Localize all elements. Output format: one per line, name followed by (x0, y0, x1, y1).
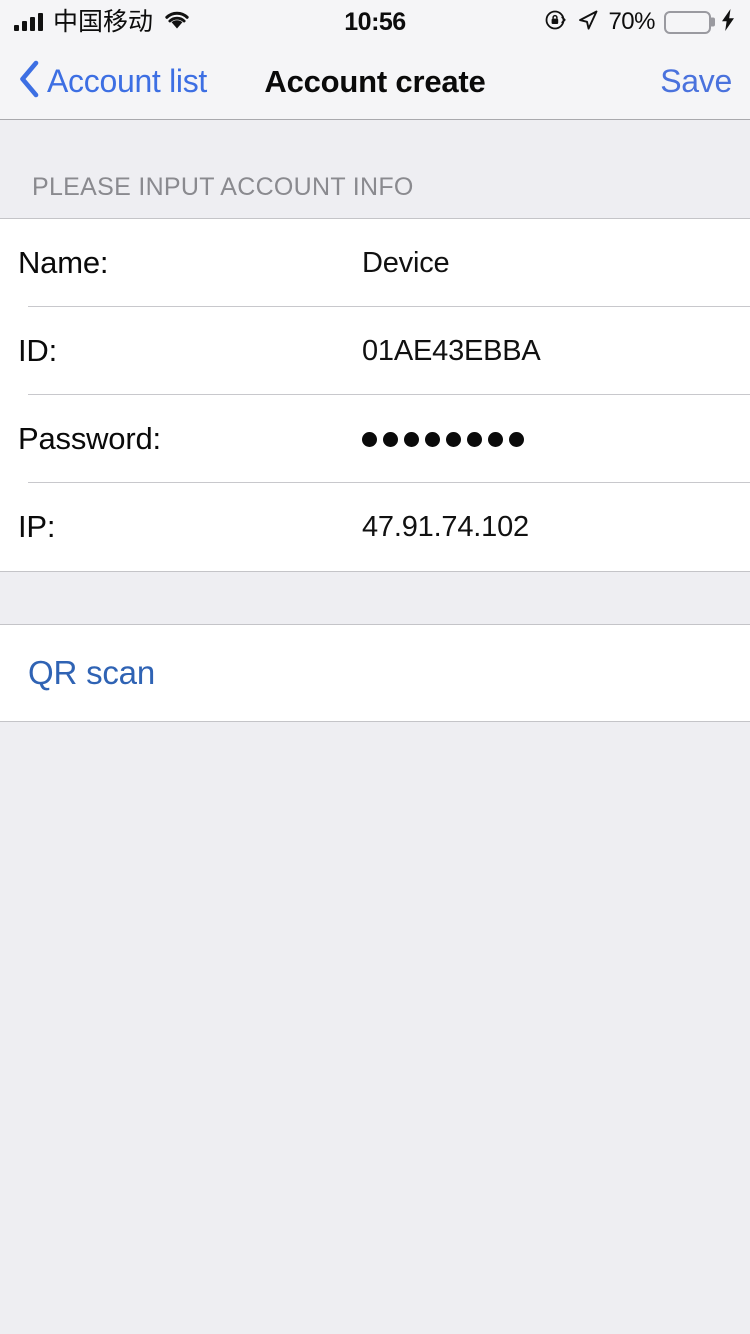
chevron-left-icon (18, 60, 40, 103)
location-arrow-icon (577, 9, 599, 36)
lightning-bolt-icon (720, 8, 736, 37)
navigation-bar: Account list Account create Save (0, 44, 750, 120)
table-row[interactable]: ID: 01AE43EBBA (0, 307, 750, 395)
actions-table: QR scan (0, 624, 750, 722)
table-row[interactable]: Password: (0, 395, 750, 483)
table-row[interactable]: Name: Device (0, 219, 750, 307)
ip-field[interactable]: 47.91.74.102 (362, 511, 529, 544)
battery-icon (664, 10, 715, 34)
section-header-label: PLEASE INPUT ACCOUNT INFO (32, 173, 414, 201)
name-label: Name: (18, 245, 109, 280)
ip-label: IP: (18, 509, 56, 544)
back-button[interactable]: Account list (18, 60, 207, 103)
status-bar: 中国移动 10:56 70% (0, 0, 750, 44)
section-header: PLEASE INPUT ACCOUNT INFO (0, 120, 750, 218)
id-field[interactable]: 01AE43EBBA (362, 335, 541, 368)
empty-area (0, 722, 750, 1322)
status-bar-right: 70% (544, 8, 736, 37)
rotation-lock-icon (544, 8, 568, 37)
save-button[interactable]: Save (660, 63, 732, 100)
password-label: Password: (18, 421, 161, 456)
account-info-table: Name: Device ID: 01AE43EBBA Password: IP… (0, 218, 750, 572)
password-field[interactable] (362, 431, 524, 447)
table-row[interactable]: IP: 47.91.74.102 (0, 483, 750, 571)
qr-scan-label: QR scan (28, 654, 155, 691)
battery-percent-label: 70% (608, 8, 655, 35)
back-button-label: Account list (47, 63, 208, 99)
qr-scan-button[interactable]: QR scan (0, 625, 750, 721)
section-gap (0, 572, 750, 624)
name-field[interactable]: Device (362, 247, 450, 280)
id-label: ID: (18, 333, 58, 368)
